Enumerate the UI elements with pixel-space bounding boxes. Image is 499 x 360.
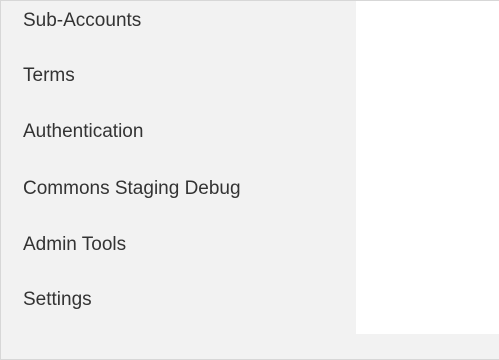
sidebar-item-commons-staging-debug[interactable]: Commons Staging Debug <box>23 177 241 201</box>
sidebar-item-authentication[interactable]: Authentication <box>23 120 143 144</box>
sidebar-item-sub-accounts[interactable]: Sub-Accounts <box>23 9 141 33</box>
sidebar-item-settings[interactable]: Settings <box>23 288 92 312</box>
sidebar-item-admin-tools[interactable]: Admin Tools <box>23 233 126 257</box>
sidebar-nav: Sub-Accounts Terms Authentication Common… <box>1 1 356 359</box>
admin-frame: Sub-Accounts Terms Authentication Common… <box>0 0 499 360</box>
main-content-panel <box>356 1 499 334</box>
sidebar-item-terms[interactable]: Terms <box>23 64 75 88</box>
